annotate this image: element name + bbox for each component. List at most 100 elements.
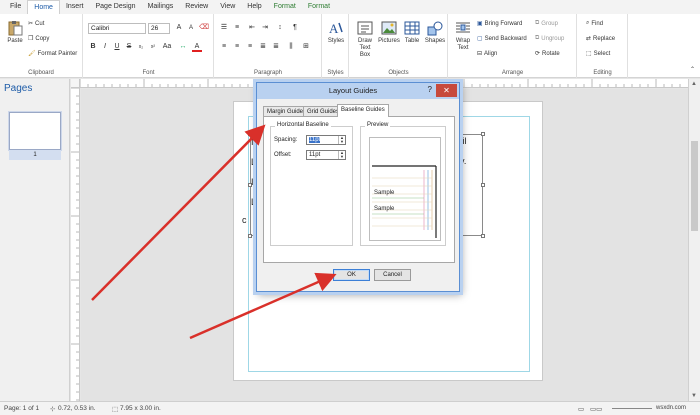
shrink-font-button[interactable]: A: [186, 23, 196, 33]
ribbon: Paste ✂ Cut ❐ Copy 🖌 Format Painter Clipboa…: [0, 14, 700, 78]
close-button[interactable]: ✕: [436, 84, 457, 97]
table-label: Table: [404, 38, 420, 44]
vertical-ruler[interactable]: [71, 88, 80, 401]
draw-text-box-button[interactable]: Draw Text Box: [354, 20, 376, 59]
preview-group: Preview Sample Sample: [360, 122, 446, 246]
tab-page-design[interactable]: Page Design: [89, 0, 141, 14]
change-case-button[interactable]: Aa: [162, 42, 172, 52]
find-label: Find: [591, 20, 604, 27]
bold-button[interactable]: B: [88, 42, 98, 52]
styles-button[interactable]: A Styles: [325, 20, 347, 45]
resize-handle-ne[interactable]: [481, 132, 485, 136]
format-painter-button[interactable]: 🖌 Format Painter: [28, 50, 77, 58]
baseline-align-icon[interactable]: ⊞: [301, 42, 311, 52]
tab-review[interactable]: Review: [179, 0, 214, 14]
vertical-scrollbar[interactable]: ▲ ▼: [688, 79, 700, 401]
page-count[interactable]: Page: 1 of 1: [4, 405, 39, 412]
align-button[interactable]: ⊟ Align: [477, 50, 497, 58]
grow-font-button[interactable]: A: [174, 23, 184, 33]
wrap-text-button[interactable]: Wrap Text: [452, 20, 474, 52]
shapes-button[interactable]: Shapes: [424, 20, 446, 45]
resize-handle-e[interactable]: [481, 183, 485, 187]
subscript-button[interactable]: x₂: [136, 42, 146, 52]
justify-icon[interactable]: ≣: [258, 42, 268, 52]
tab-format-1[interactable]: Format: [268, 0, 302, 14]
clear-formatting-icon[interactable]: ⌫: [199, 23, 209, 33]
spacing-down-icon[interactable]: ▼: [338, 140, 345, 144]
spacing-label: Spacing:: [274, 137, 298, 143]
align-left-icon[interactable]: ≡: [219, 42, 229, 52]
spacing-value: 11pt: [309, 137, 321, 143]
picture-icon: [381, 21, 397, 35]
line-spacing-icon[interactable]: ↕: [275, 23, 285, 33]
page-thumbnail[interactable]: [9, 112, 61, 150]
font-size-select[interactable]: 26: [148, 23, 170, 34]
collapse-ribbon-icon[interactable]: ⌃: [690, 66, 695, 73]
offset-input[interactable]: 11pt ▲ ▼: [306, 150, 346, 160]
numbering-icon[interactable]: ≡: [232, 23, 242, 33]
offset-down-icon[interactable]: ▼: [338, 155, 345, 159]
preview-legend: Preview: [365, 122, 391, 128]
copy-button[interactable]: ❐ Copy: [28, 35, 49, 43]
distribute-icon[interactable]: ≣: [271, 42, 281, 52]
scroll-up-icon[interactable]: ▲: [691, 81, 697, 87]
spacing-input[interactable]: 11pt ▲ ▼: [306, 135, 346, 145]
paste-button[interactable]: Paste: [4, 20, 26, 45]
group-button[interactable]: ⧉ Group: [535, 20, 558, 27]
tab-format-2[interactable]: Format: [302, 0, 336, 14]
cancel-button[interactable]: Cancel: [374, 269, 411, 281]
ungroup-button[interactable]: ⧉ Ungroup: [535, 35, 564, 42]
ok-button[interactable]: OK: [333, 269, 370, 281]
tab-baseline-guides[interactable]: Baseline Guides: [337, 104, 389, 117]
zoom-slider[interactable]: [612, 408, 652, 409]
watermark-text: wsxdn.com: [656, 405, 687, 411]
tab-insert[interactable]: Insert: [60, 0, 90, 14]
bullets-icon[interactable]: ☰: [219, 23, 229, 33]
select-label: Select: [593, 50, 611, 57]
rotate-button[interactable]: ⟳ Rotate: [535, 50, 560, 58]
ruler-corner[interactable]: [71, 79, 80, 88]
clipboard-group-label: Clipboard: [28, 70, 54, 76]
scroll-down-icon[interactable]: ▼: [691, 393, 697, 399]
dialog-titlebar[interactable]: Layout Guides ? ✕: [257, 83, 459, 99]
two-page-view-icon[interactable]: ▭▭: [590, 405, 602, 413]
show-marks-icon[interactable]: ¶: [290, 23, 300, 33]
send-backward-button[interactable]: ▢ Send Backward: [477, 35, 527, 43]
single-page-view-icon[interactable]: ▭: [578, 405, 584, 413]
resize-handle-nw[interactable]: [248, 132, 252, 136]
replace-label: Replace: [593, 35, 616, 42]
increase-indent-icon[interactable]: ⇥: [260, 23, 270, 33]
table-button[interactable]: Table: [401, 20, 423, 45]
tab-mailings[interactable]: Mailings: [142, 0, 180, 14]
pictures-button[interactable]: Pictures: [378, 20, 400, 45]
scrollbar-thumb[interactable]: [691, 141, 698, 231]
superscript-button[interactable]: x²: [148, 42, 158, 52]
pictures-label: Pictures: [378, 38, 400, 44]
page-thumbnail-number: 1: [9, 150, 61, 160]
font-color-button[interactable]: A: [192, 42, 202, 52]
columns-icon[interactable]: ⫼: [286, 42, 296, 52]
tab-help[interactable]: Help: [241, 0, 267, 14]
align-center-icon[interactable]: ≡: [232, 42, 242, 52]
resize-handle-se[interactable]: [481, 234, 485, 238]
character-spacing-icon[interactable]: ↔: [178, 42, 188, 52]
tab-view[interactable]: View: [214, 0, 241, 14]
italic-button[interactable]: I: [100, 42, 110, 52]
select-button[interactable]: ⬚ Select: [586, 50, 611, 58]
paragraph-group: ☰ ≡ ⇤ ⇥ ↕ ¶ ≡ ≡ ≡ ≣ ≣ ⫼ ⊞ Paragraph: [215, 14, 322, 78]
align-right-icon[interactable]: ≡: [245, 42, 255, 52]
font-name-select[interactable]: Calibri: [88, 23, 146, 34]
styles-icon: A: [329, 21, 343, 36]
offset-label: Offset:: [274, 152, 292, 158]
tab-home[interactable]: Home: [27, 0, 60, 15]
decrease-indent-icon[interactable]: ⇤: [247, 23, 257, 33]
strikethrough-button[interactable]: S: [124, 42, 134, 52]
replace-button[interactable]: ⇄ Replace: [586, 35, 616, 43]
bring-forward-button[interactable]: ▣ Bring Forward: [477, 20, 522, 28]
find-button[interactable]: ⌕ Find: [586, 20, 603, 27]
help-button[interactable]: ?: [428, 85, 432, 94]
tab-file[interactable]: File: [4, 0, 27, 14]
underline-button[interactable]: U: [112, 42, 122, 52]
cut-button[interactable]: ✂ Cut: [28, 20, 44, 28]
resize-handle-sw[interactable]: [248, 234, 252, 238]
